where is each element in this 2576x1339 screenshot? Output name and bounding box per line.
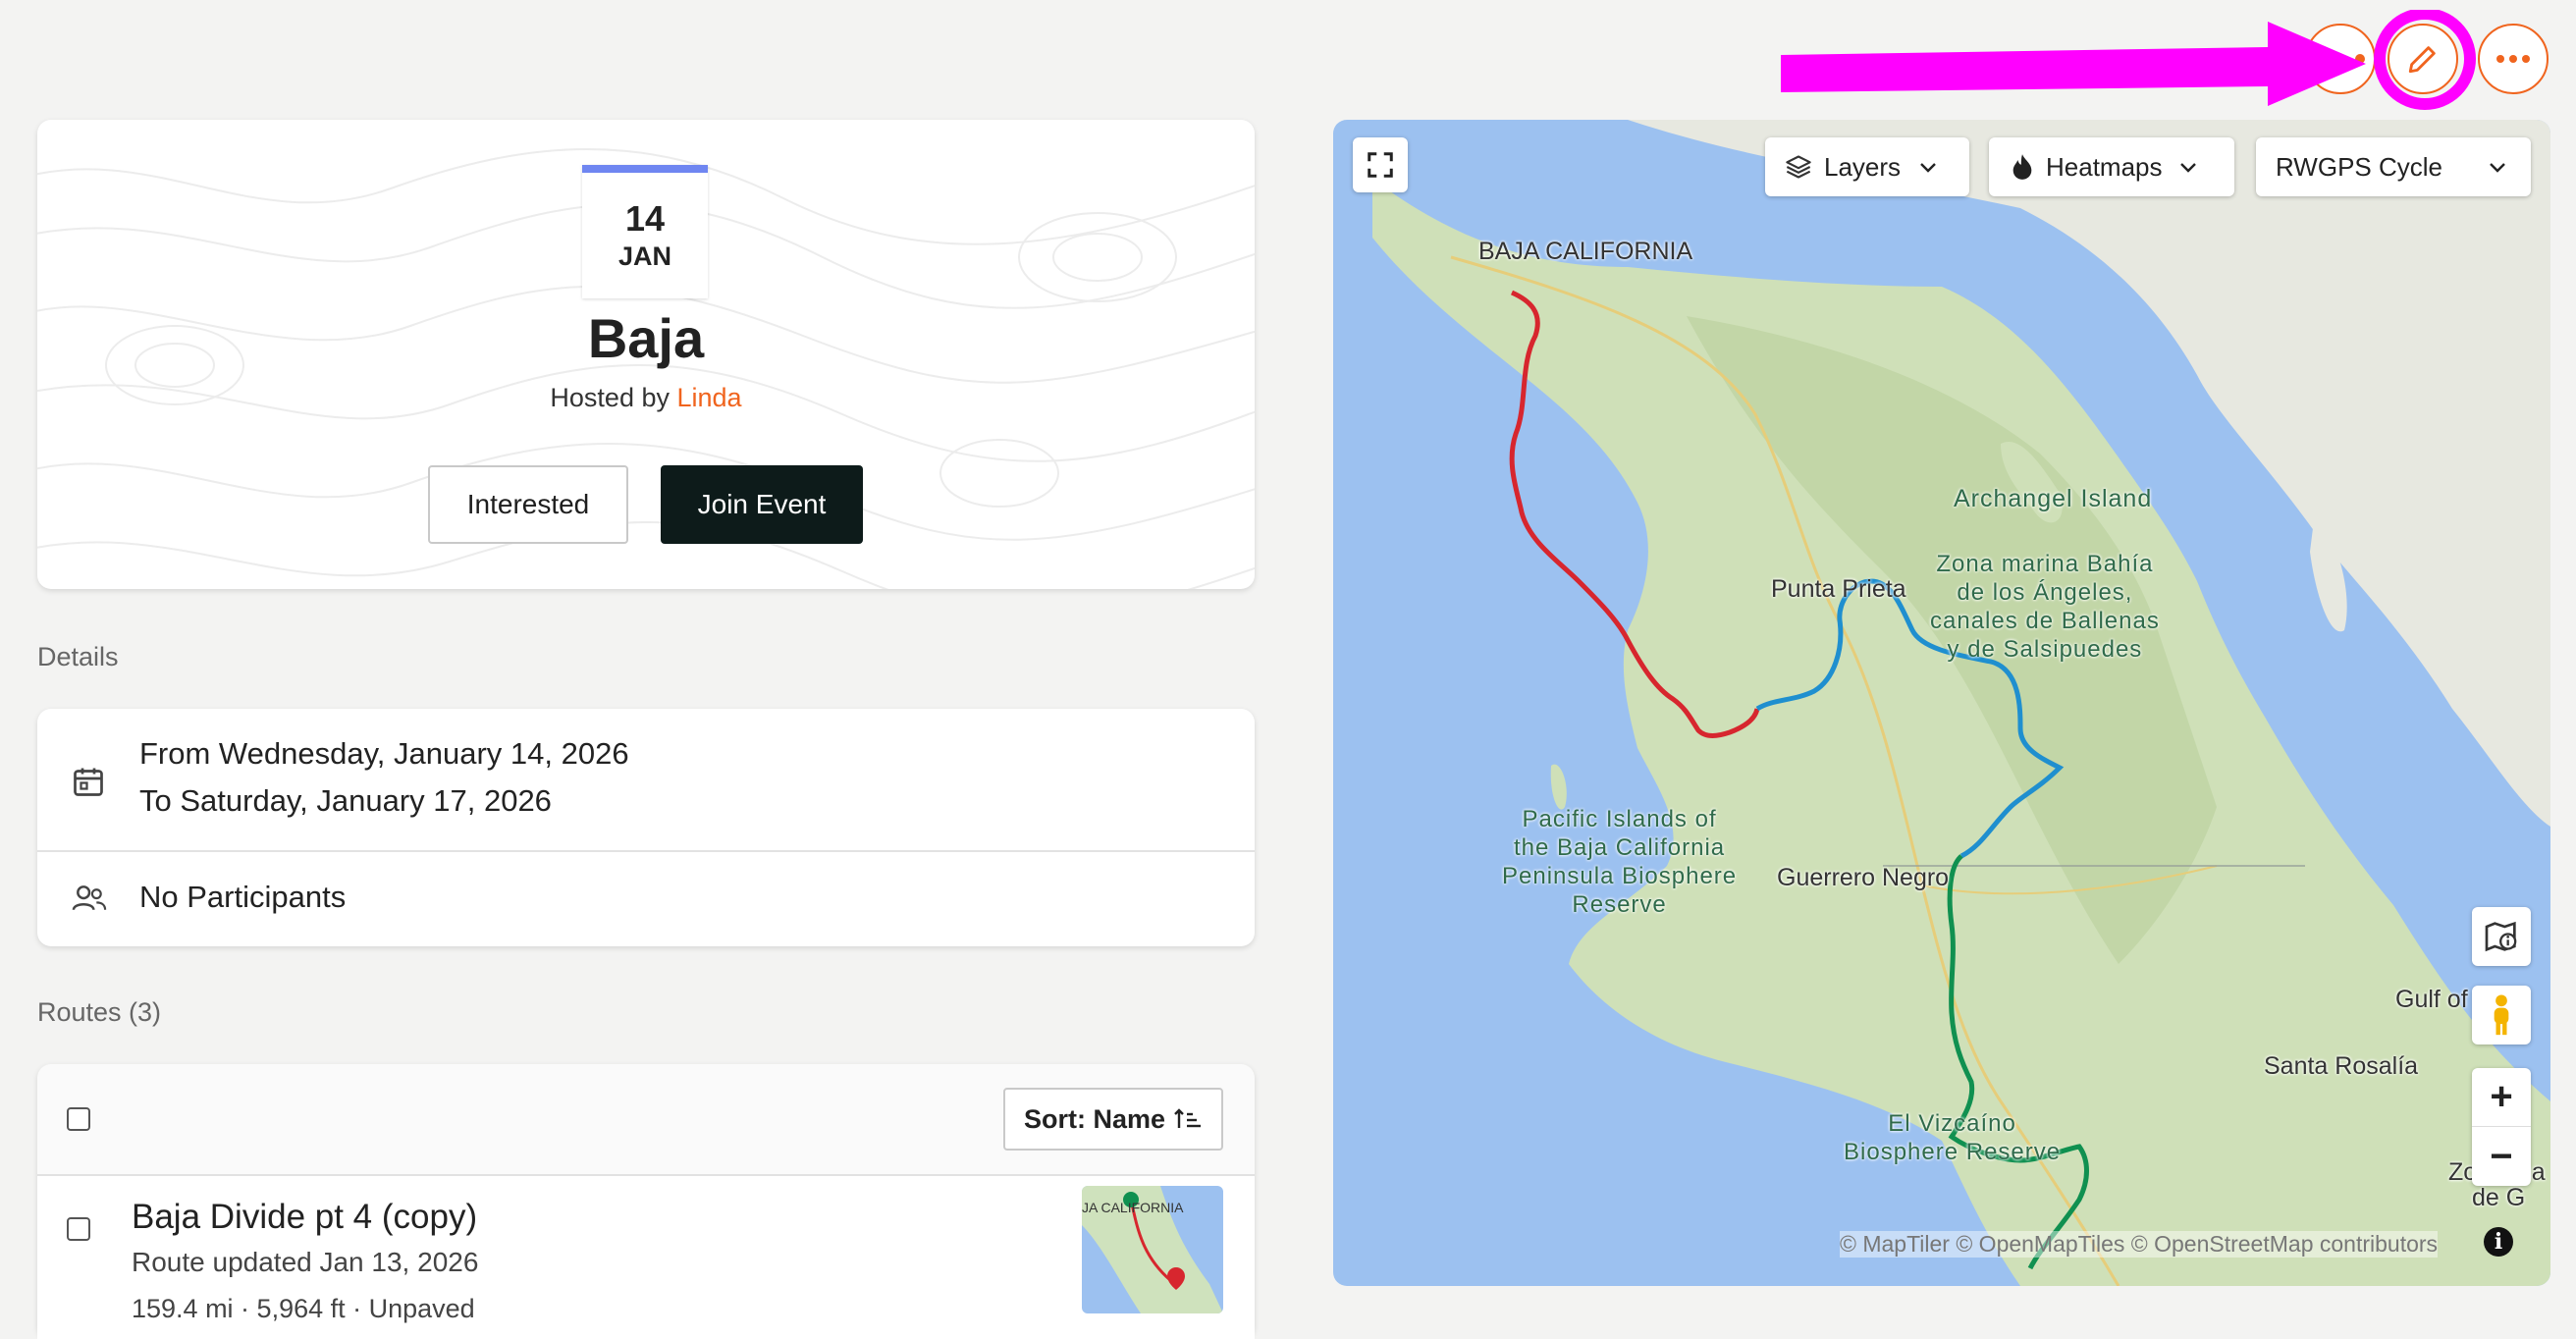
route-thumbnail[interactable]: JA CALIFORNIA: [1082, 1186, 1223, 1313]
zoom-in-button[interactable]: +: [2472, 1068, 2531, 1127]
details-section-label: Details: [37, 642, 119, 671]
map-label-archangel: Archangel Island: [1954, 485, 2153, 512]
map-label-santa-rosalia: Santa Rosalía: [2264, 1052, 2419, 1080]
map-info-icon: [2485, 921, 2517, 952]
map-style-label: RWGPS Cycle: [2276, 151, 2442, 182]
routes-card: Sort: Name Baja Divide pt 4 (copy) Route…: [37, 1064, 1255, 1339]
fullscreen-icon: [1368, 152, 1393, 178]
chevron-down-icon: [2179, 163, 2196, 173]
map-style-select[interactable]: RWGPS Cycle: [2256, 137, 2531, 196]
info-icon[interactable]: i: [2484, 1227, 2513, 1257]
calendar-icon: [74, 768, 103, 796]
event-header-card: 14 JAN Baja Hosted by Linda Interested J…: [37, 120, 1255, 589]
route-stats: 159.4 mi · 5,964 ft · Unpaved: [132, 1294, 475, 1323]
thumbnail-label: JA CALIFORNIA: [1082, 1200, 1184, 1215]
details-card: From Wednesday, January 14, 2026 To Satu…: [37, 709, 1255, 946]
date-month: JAN: [617, 241, 671, 271]
date-day: 14: [624, 198, 666, 239]
route-map[interactable]: BAJA CALIFORNIA Archangel Island Zona ma…: [1333, 120, 2550, 1286]
flame-icon: [2012, 154, 2032, 180]
chevron-down-icon: [2490, 163, 2505, 173]
participants-text: No Participants: [139, 880, 347, 914]
map-info-button[interactable]: [2472, 907, 2531, 966]
chevron-down-icon: [1920, 163, 1936, 173]
map-label-gulf-of: Gulf of: [2395, 986, 2468, 1013]
host-link[interactable]: Linda: [677, 383, 742, 412]
details-divider: [37, 850, 1255, 852]
map-label-baja-california: BAJA CALIFORNIA: [1478, 238, 1693, 265]
map-label-de-g: de G: [2472, 1184, 2526, 1211]
route-name[interactable]: Baja Divide pt 4 (copy): [132, 1198, 477, 1237]
select-all-checkbox[interactable]: [67, 1107, 90, 1131]
layers-label: Layers: [1824, 151, 1902, 182]
date-to: To Saturday, January 17, 2026: [139, 783, 552, 818]
people-icon: [72, 885, 107, 911]
join-event-button[interactable]: Join Event: [661, 465, 863, 544]
map-label-pacific-islands: Pacific Islands of the Baja California P…: [1502, 806, 1738, 918]
sort-ascending-icon: [1174, 1108, 1202, 1128]
event-title: Baja: [587, 307, 705, 369]
map-label-el-vizcaino: El Vizcaíno Biosphere Reserve: [1844, 1110, 2062, 1165]
route-updated: Route updated Jan 13, 2026: [132, 1247, 479, 1277]
interested-button[interactable]: Interested: [428, 465, 628, 544]
sort-button[interactable]: Sort: Name: [1003, 1088, 1223, 1151]
routes-section-label: Routes (3): [37, 997, 162, 1027]
layers-dropdown[interactable]: Layers: [1765, 137, 1969, 196]
map-label-zona-marina: Zona marina Bahía de los Ángeles, canale…: [1930, 551, 2160, 663]
layers-icon: [1786, 155, 1811, 179]
map-label-punta-prieta: Punta Prieta: [1771, 575, 1906, 603]
date-from: From Wednesday, January 14, 2026: [139, 736, 629, 771]
zoom-out-button[interactable]: −: [2472, 1127, 2531, 1186]
sort-label: Sort: Name: [1023, 1103, 1166, 1134]
hosted-by: Hosted by Linda: [37, 383, 1255, 413]
route-row[interactable]: Baja Divide pt 4 (copy) Route updated Ja…: [37, 1176, 1255, 1339]
date-tile: 14 JAN: [582, 165, 708, 298]
heatmaps-dropdown[interactable]: Heatmaps: [1989, 137, 2234, 196]
hosted-by-prefix: Hosted by: [550, 383, 670, 412]
annotation-arrow: [1781, 10, 2476, 110]
pegman-icon: [2494, 994, 2509, 1036]
heatmaps-label: Heatmaps: [2046, 151, 2163, 182]
route-checkbox[interactable]: [67, 1217, 90, 1241]
map-label-guerrero-negro: Guerrero Negro: [1777, 864, 1950, 891]
zoom-control: + −: [2472, 1068, 2531, 1186]
map-attribution: © MapTiler © OpenMapTiles © OpenStreetMa…: [1840, 1231, 2439, 1258]
street-view-button[interactable]: [2472, 986, 2531, 1044]
fullscreen-button[interactable]: [1353, 137, 1408, 192]
